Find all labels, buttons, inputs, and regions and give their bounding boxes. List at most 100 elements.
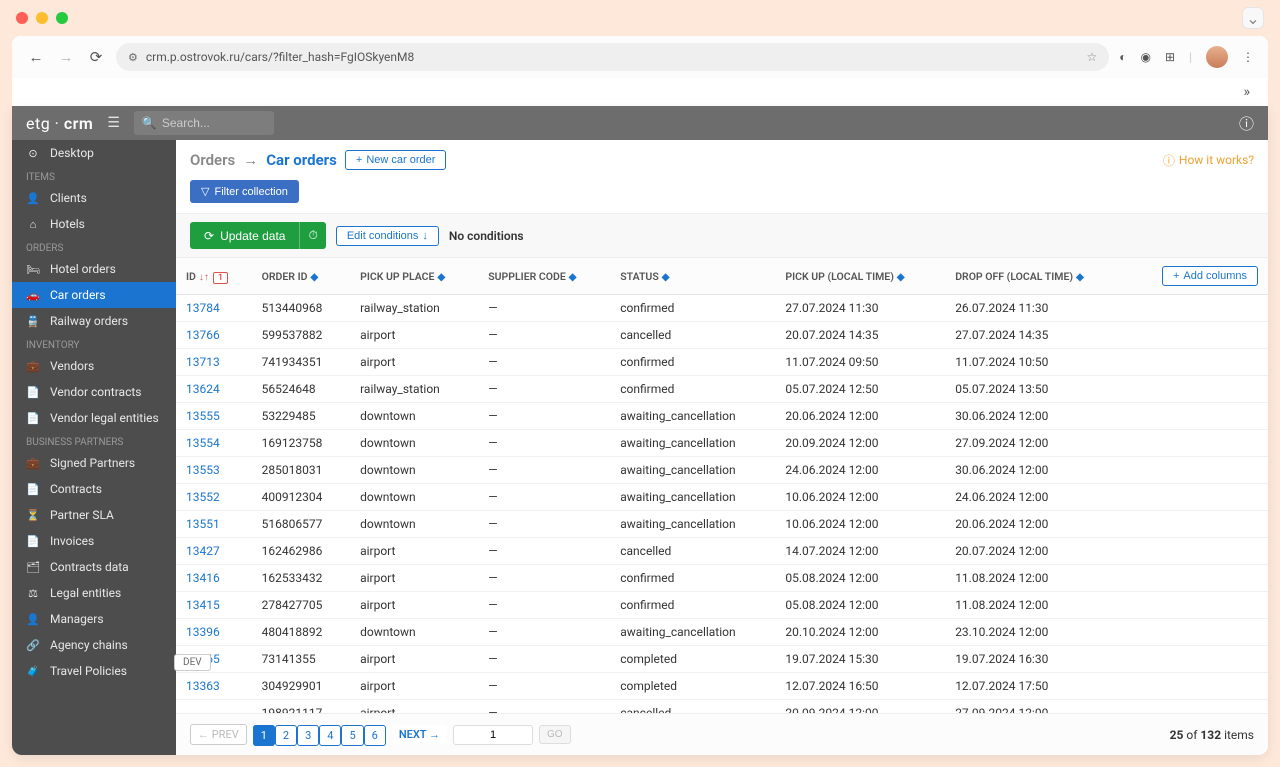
browser-menu-icon[interactable]: ⋮ — [1242, 50, 1254, 64]
site-settings-icon[interactable]: ⚙ — [128, 51, 138, 64]
sidebar-item-railway-orders[interactable]: 🚆Railway orders — [12, 308, 176, 334]
new-car-order-button[interactable]: +New car order — [345, 150, 447, 170]
titlebar-dropdown-icon[interactable]: ⌄ — [1242, 7, 1264, 29]
cell-id[interactable]: 13363 — [176, 673, 252, 700]
add-columns-button[interactable]: +Add columns — [1162, 266, 1258, 286]
cell-id[interactable]: 13396 — [176, 619, 252, 646]
update-data-button[interactable]: ⟳Update data — [190, 222, 299, 249]
sidebar-item-car-orders[interactable]: 🚗Car orders — [12, 282, 176, 308]
page-6[interactable]: 6 — [364, 725, 386, 746]
minimize-window[interactable] — [36, 12, 48, 24]
sidebar-item-vendor-contracts[interactable]: 📄Vendor contracts — [12, 379, 176, 405]
next-page-button[interactable]: NEXT → — [392, 725, 447, 744]
maximize-window[interactable] — [56, 12, 68, 24]
col-supplier[interactable]: SUPPLIER CODE◆ — [478, 258, 610, 295]
update-data-timer-button[interactable]: ⏱ — [299, 222, 325, 249]
cell-id[interactable]: 13553 — [176, 457, 252, 484]
col-pickup-time[interactable]: PICK UP (LOCAL TIME)◆ — [775, 258, 945, 295]
extension-icon-1[interactable]: ◐ — [1119, 50, 1126, 64]
cell-id[interactable]: 13624 — [176, 376, 252, 403]
table-row[interactable]: 13415 278427705 airport — confirmed 05.0… — [176, 592, 1268, 619]
cell-id[interactable]: 13713 — [176, 349, 252, 376]
cell-id[interactable]: 13554 — [176, 430, 252, 457]
reload-icon[interactable]: ⟳ — [86, 48, 106, 66]
global-search[interactable]: 🔍 — [134, 111, 274, 135]
go-button[interactable]: GO — [539, 725, 571, 744]
cell-id[interactable]: 13551 — [176, 511, 252, 538]
sidebar-item-travel-policies[interactable]: 🧳Travel Policies — [12, 658, 176, 684]
close-window[interactable] — [16, 12, 28, 24]
cell-id[interactable] — [176, 700, 252, 714]
edit-conditions-button[interactable]: Edit conditions ↓ — [336, 226, 439, 246]
table-row[interactable]: 13396 480418892 downtown — awaiting_canc… — [176, 619, 1268, 646]
cell-status: awaiting_cancellation — [610, 403, 775, 430]
col-id[interactable]: ID↓↑1 — [176, 258, 252, 295]
table-row[interactable]: 13416 162533432 airport — confirmed 05.0… — [176, 565, 1268, 592]
arrow-down-icon: ↓ — [422, 230, 428, 242]
profile-avatar[interactable] — [1206, 46, 1228, 68]
sidebar-item-vendor-legal[interactable]: 📄Vendor legal entities — [12, 405, 176, 431]
sidebar-item-contracts[interactable]: 📄Contracts — [12, 476, 176, 502]
page-2[interactable]: 2 — [275, 725, 297, 746]
table-row[interactable]: 13624 56524648 railway_station — confirm… — [176, 376, 1268, 403]
bookmarks-overflow-icon[interactable]: » — [1243, 84, 1250, 100]
bookmark-star-icon[interactable]: ☆ — [1087, 50, 1098, 64]
app-logo[interactable]: etg · crm — [26, 114, 93, 133]
extensions-icon[interactable]: ⊞ — [1165, 50, 1175, 64]
page-1[interactable]: 1 — [253, 725, 275, 746]
table-row[interactable]: 13554 169123758 downtown — awaiting_canc… — [176, 430, 1268, 457]
table-row[interactable]: 13363 304929901 airport — completed 12.0… — [176, 673, 1268, 700]
sidebar-item-desktop[interactable]: ⊙Desktop — [12, 140, 176, 166]
how-it-works-link[interactable]: ⓘHow it works? — [1163, 152, 1254, 169]
col-dropoff-time[interactable]: DROP OFF (LOCAL TIME)◆ — [945, 258, 1126, 295]
cell-id[interactable]: 13415 — [176, 592, 252, 619]
sidebar-item-contracts-data[interactable]: 🗂Contracts data — [12, 554, 176, 580]
cell-id[interactable]: 13552 — [176, 484, 252, 511]
table-row[interactable]: 13427 162462986 airport — cancelled 14.0… — [176, 538, 1268, 565]
page-3[interactable]: 3 — [297, 725, 319, 746]
sidebar-item-hotels[interactable]: ⌂Hotels — [12, 211, 176, 237]
sidebar-item-hotel-orders[interactable]: 🛏Hotel orders — [12, 256, 176, 282]
sidebar-item-partner-sla[interactable]: ⏳Partner SLA — [12, 502, 176, 528]
page-4[interactable]: 4 — [319, 725, 341, 746]
prev-page-button[interactable]: ← PREV — [190, 724, 247, 745]
table-row[interactable]: 13365 73141355 airport — completed 19.07… — [176, 646, 1268, 673]
sidebar-item-clients[interactable]: 👤Clients — [12, 185, 176, 211]
col-pickup-place[interactable]: PICK UP PLACE◆ — [350, 258, 478, 295]
forward-icon[interactable]: → — [56, 48, 76, 66]
table-row[interactable]: 13553 285018031 downtown — awaiting_canc… — [176, 457, 1268, 484]
col-status[interactable]: STATUS◆ — [610, 258, 775, 295]
table-row[interactable]: 13551 516806577 downtown — awaiting_canc… — [176, 511, 1268, 538]
table-row[interactable]: 198921117 airport — cancelled 20.09.2024… — [176, 700, 1268, 714]
address-bar[interactable]: ⚙ crm.p.ostrovok.ru/cars/?filter_hash=Fg… — [116, 43, 1109, 71]
table-row[interactable]: 13713 741934351 airport — confirmed 11.0… — [176, 349, 1268, 376]
sidebar-item-legal-entities[interactable]: ⚖Legal entities — [12, 580, 176, 606]
back-icon[interactable]: ← — [26, 48, 46, 66]
sidebar-item-vendors[interactable]: 💼Vendors — [12, 353, 176, 379]
cell-id[interactable]: 13784 — [176, 295, 252, 322]
page-5[interactable]: 5 — [341, 725, 363, 746]
cell-pickup-place: downtown — [350, 511, 478, 538]
sidebar-item-managers[interactable]: 👤Managers — [12, 606, 176, 632]
table-row[interactable]: 13784 513440968 railway_station — confir… — [176, 295, 1268, 322]
search-input[interactable] — [162, 116, 266, 130]
hamburger-icon[interactable]: ☰ — [107, 115, 120, 131]
cell-id[interactable]: 13555 — [176, 403, 252, 430]
col-order-id[interactable]: ORDER ID◆ — [252, 258, 350, 295]
help-icon[interactable]: ⓘ — [1239, 113, 1254, 134]
table-row[interactable]: 13552 400912304 downtown — awaiting_canc… — [176, 484, 1268, 511]
cell-id[interactable]: 13766 — [176, 322, 252, 349]
sidebar-item-signed-partners[interactable]: 💼Signed Partners — [12, 450, 176, 476]
breadcrumb-root[interactable]: Orders — [190, 151, 235, 169]
cell-id[interactable]: 13427 — [176, 538, 252, 565]
cell-id[interactable]: 13416 — [176, 565, 252, 592]
cell-pickup-place: railway_station — [350, 295, 478, 322]
filter-collection-button[interactable]: ▽Filter collection — [190, 180, 299, 203]
extension-icon-2[interactable]: ◉ — [1141, 50, 1151, 64]
sidebar-item-invoices[interactable]: 📄Invoices — [12, 528, 176, 554]
table-row[interactable]: 13555 53229485 downtown — awaiting_cance… — [176, 403, 1268, 430]
cell-pickup-place: downtown — [350, 430, 478, 457]
sidebar-item-agency-chains[interactable]: 🔗Agency chains — [12, 632, 176, 658]
page-input[interactable] — [453, 725, 533, 745]
table-row[interactable]: 13766 599537882 airport — cancelled 20.0… — [176, 322, 1268, 349]
